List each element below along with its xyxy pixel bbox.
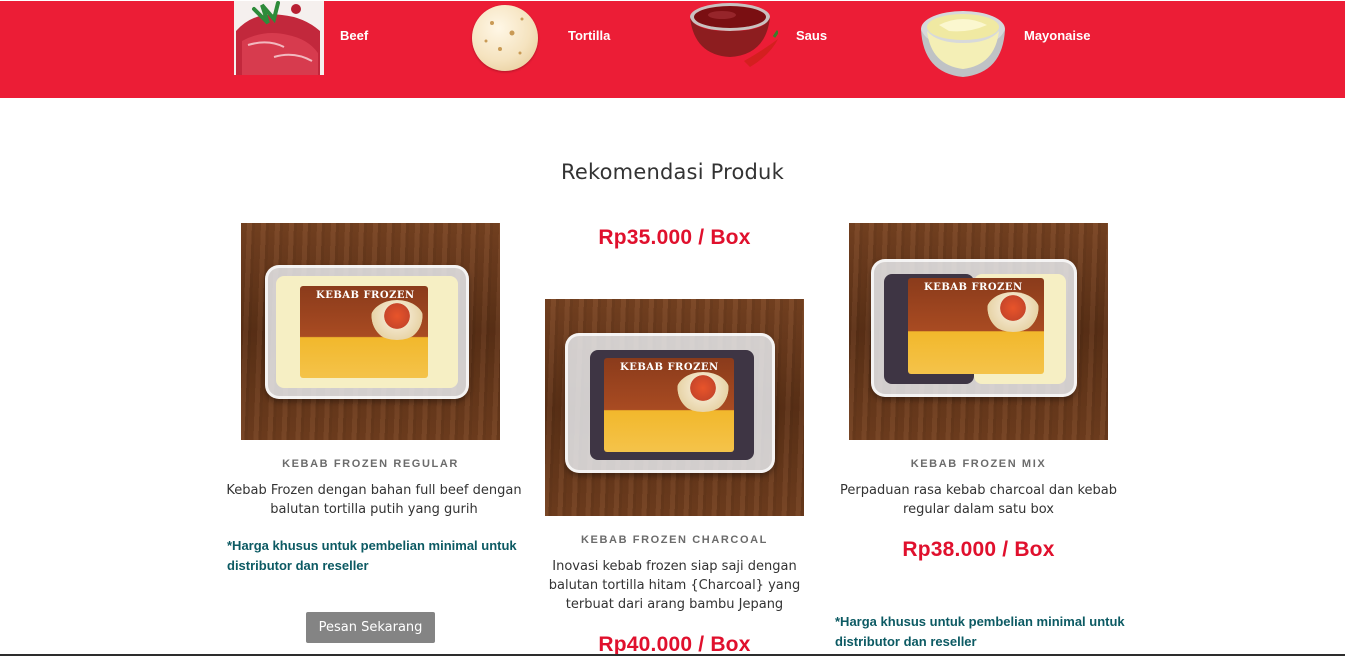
ingredient-label-mayonaise: Mayonaise bbox=[1024, 28, 1091, 43]
package-label: KEBAB FROZEN bbox=[604, 358, 734, 452]
order-now-button[interactable]: Pesan Sekarang bbox=[306, 612, 435, 643]
price-top-charcoal: Rp35.000 / Box bbox=[598, 226, 751, 249]
price-charcoal: Rp40.000 / Box bbox=[598, 633, 751, 656]
ingredient-label-tortilla: Tortilla bbox=[568, 28, 611, 43]
section-title: Rekomendasi Produk bbox=[561, 160, 784, 184]
price-note-regular: *Harga khusus untuk pembelian minimal un… bbox=[227, 538, 517, 573]
product-image-charcoal[interactable]: KEBAB FROZEN bbox=[545, 299, 804, 516]
ingredient-saus: Saus bbox=[688, 1, 888, 81]
product-name-charcoal[interactable]: KEBAB FROZEN CHARCOAL bbox=[545, 534, 804, 546]
product-description-mix: Perpaduan rasa kebab charcoal dan kebab … bbox=[840, 483, 1117, 517]
tortilla-icon bbox=[472, 5, 538, 71]
package-label: KEBAB FROZEN bbox=[908, 278, 1044, 374]
product-description-charcoal: Inovasi kebab frozen siap saji dengan ba… bbox=[548, 559, 801, 612]
product-name-mix[interactable]: KEBAB FROZEN MIX bbox=[849, 458, 1108, 470]
price-mix: Rp38.000 / Box bbox=[902, 538, 1055, 561]
ingredient-label-beef: Beef bbox=[340, 28, 369, 43]
ingredient-banner: Beef Tortilla Saus Mayonaise bbox=[0, 0, 1345, 98]
product-name-regular[interactable]: KEBAB FROZEN REGULAR bbox=[241, 458, 500, 470]
product-image-mix[interactable]: KEBAB FROZEN bbox=[849, 223, 1108, 440]
sauce-icon bbox=[688, 1, 780, 73]
tray: KEBAB FROZEN bbox=[265, 265, 469, 399]
burrito-icon bbox=[370, 300, 424, 340]
ingredient-tortilla: Tortilla bbox=[472, 1, 652, 81]
ingredient-mayonaise: Mayonaise bbox=[919, 1, 1139, 81]
tray: KEBAB FROZEN bbox=[565, 333, 775, 473]
ingredient-label-saus: Saus bbox=[796, 28, 828, 43]
mayonnaise-icon bbox=[919, 3, 1007, 81]
package-label: KEBAB FROZEN bbox=[300, 286, 428, 378]
product-image-regular[interactable]: KEBAB FROZEN bbox=[241, 223, 500, 440]
tray: KEBAB FROZEN bbox=[871, 259, 1077, 397]
burrito-icon bbox=[676, 372, 730, 412]
ingredient-beef: Beef bbox=[234, 1, 384, 81]
beef-icon bbox=[234, 1, 324, 75]
burrito-icon bbox=[986, 292, 1040, 332]
price-note-mix: *Harga khusus untuk pembelian minimal un… bbox=[835, 614, 1125, 649]
product-description-regular: Kebab Frozen dengan bahan full beef deng… bbox=[226, 483, 522, 517]
